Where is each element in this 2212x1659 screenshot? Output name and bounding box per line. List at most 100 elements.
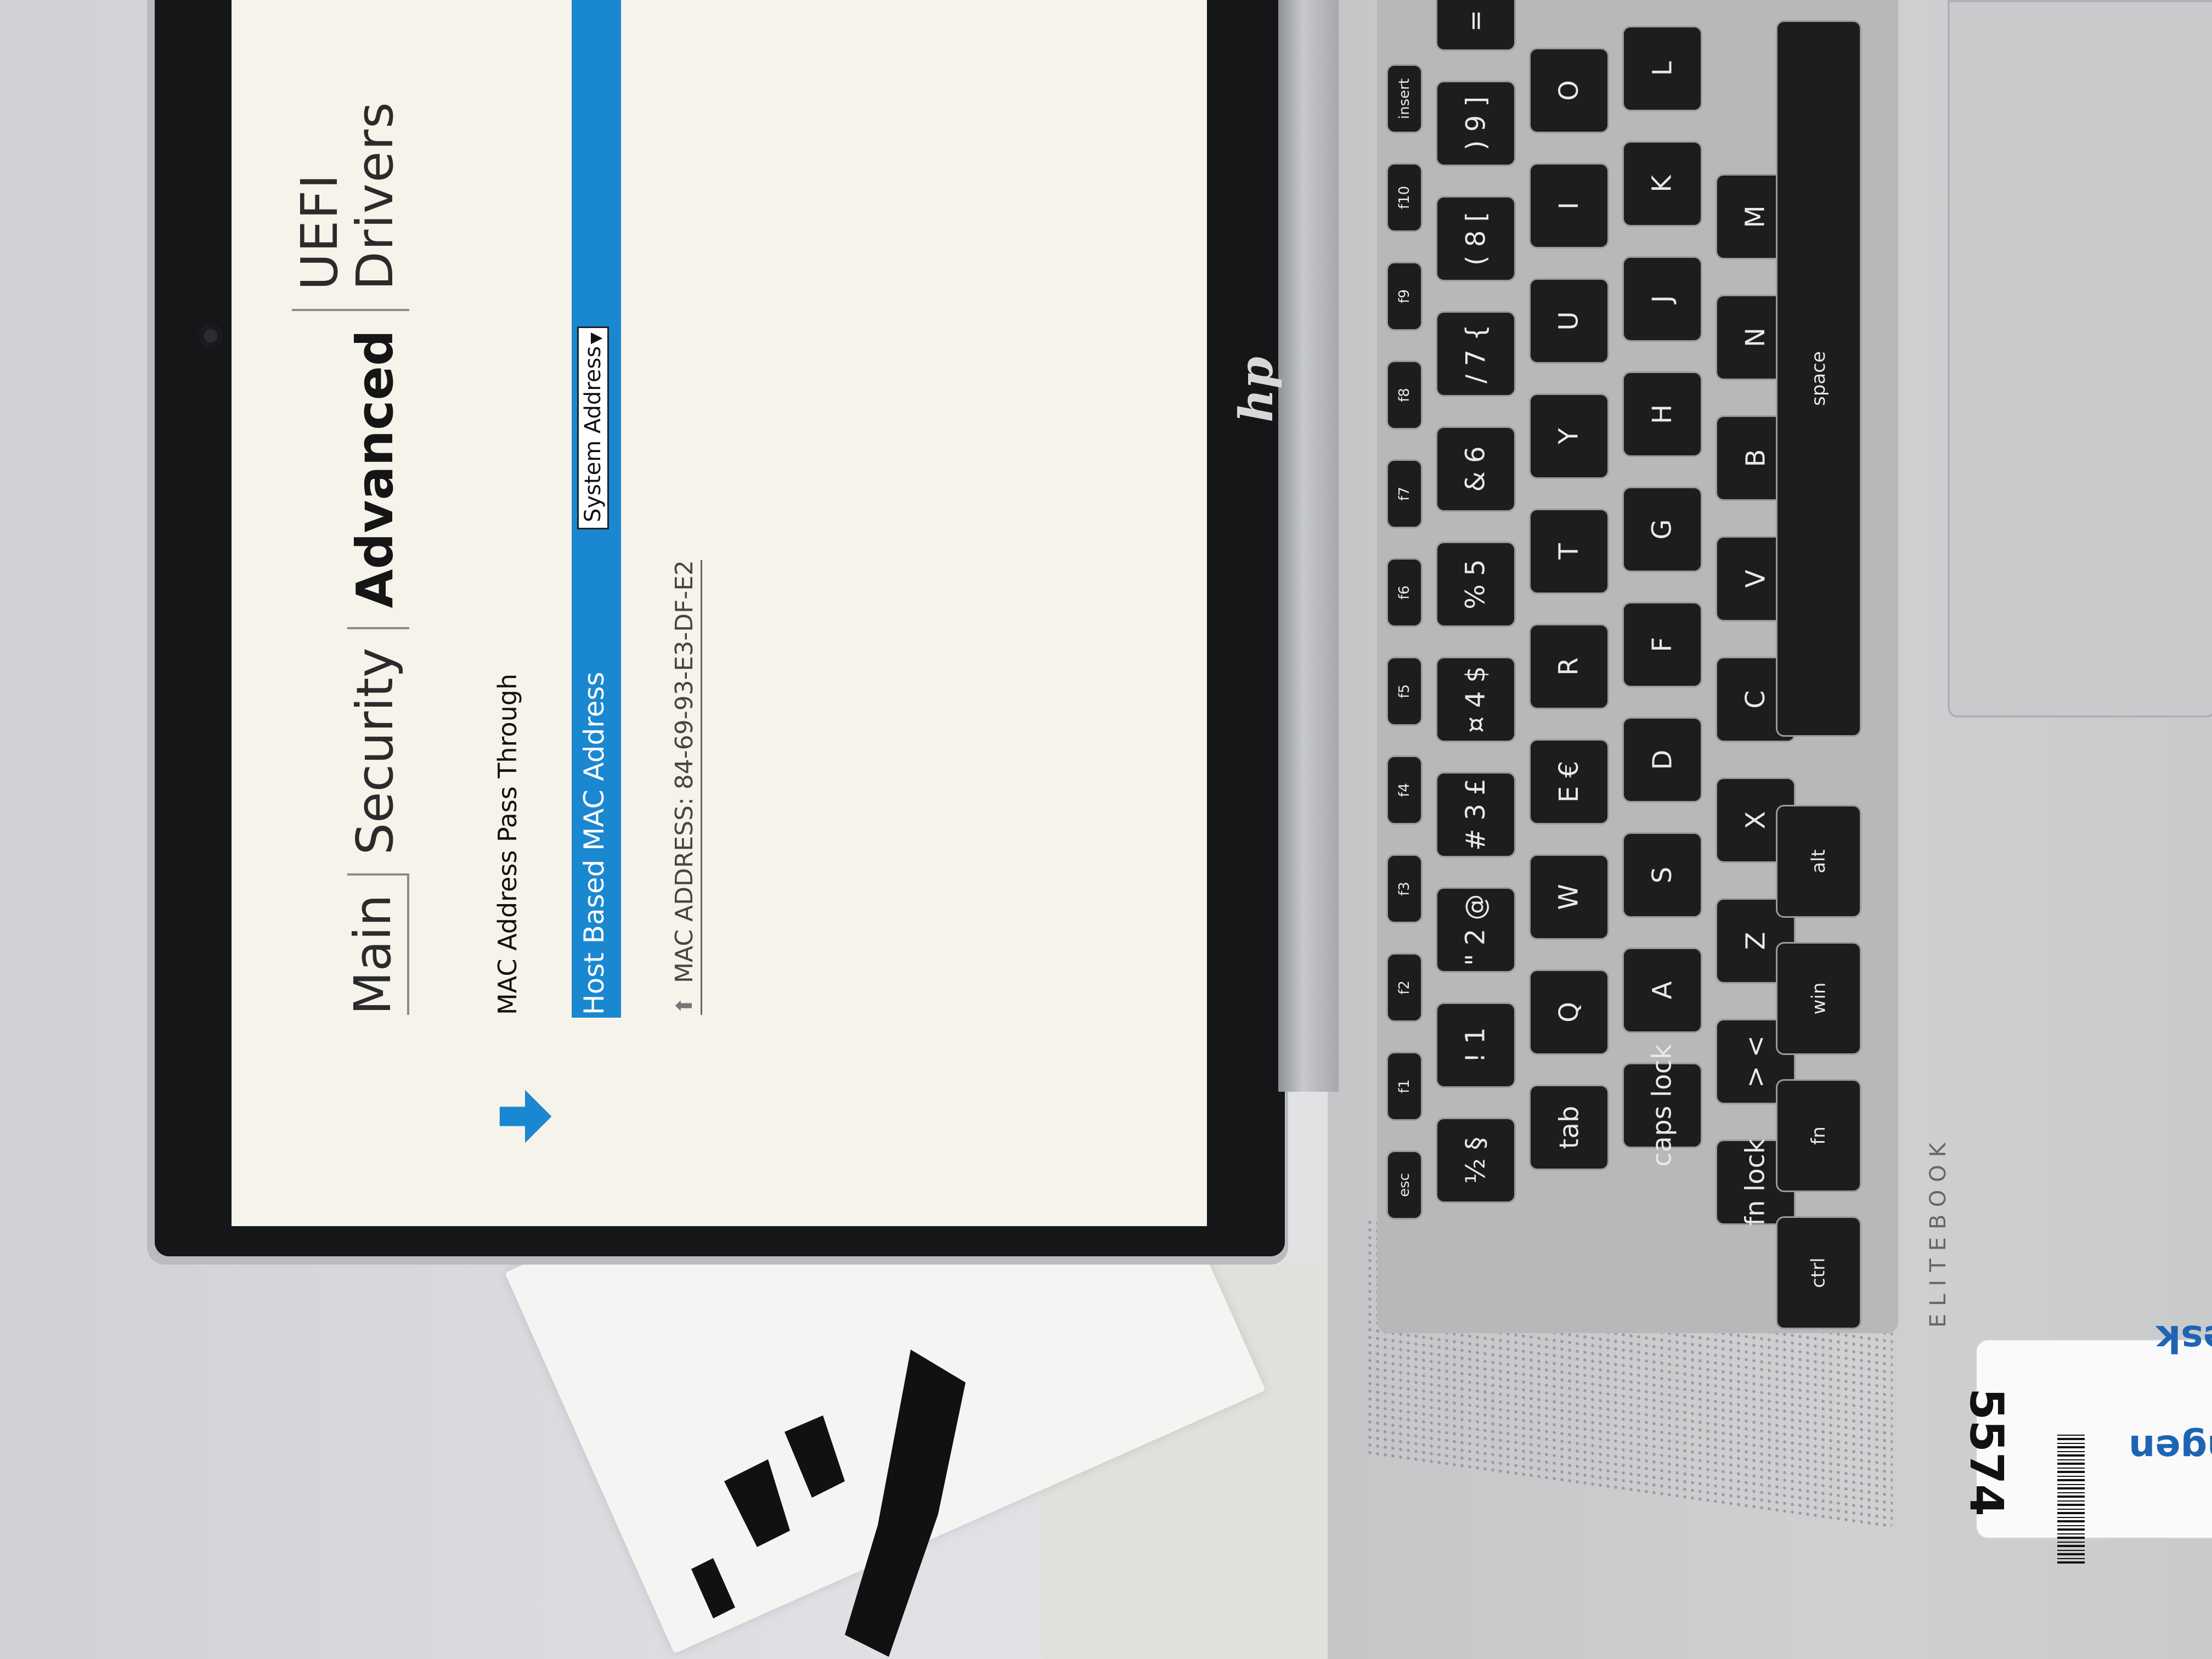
key-label: H — [1647, 404, 1678, 425]
key-tab[interactable]: tab — [1531, 1086, 1607, 1169]
tab-uefi-drivers[interactable]: UEFI Drivers — [290, 0, 410, 312]
key-f8[interactable]: f8 — [1388, 362, 1421, 428]
key-[interactable]: ½ § — [1437, 1119, 1514, 1201]
key-label: insert — [1396, 78, 1413, 120]
key-label: esc — [1396, 1173, 1413, 1197]
key-l[interactable]: L — [1624, 27, 1701, 110]
key-t[interactable]: T — [1531, 510, 1607, 592]
key-9[interactable]: ) 9 ] — [1437, 82, 1514, 165]
key-label: A — [1647, 981, 1678, 1000]
key-a[interactable]: A — [1624, 949, 1701, 1031]
laptop-screen: Main Security Advanced UEFI Drivers MAC … — [232, 0, 1207, 1226]
key-insert[interactable]: insert — [1388, 66, 1421, 132]
key-r[interactable]: R — [1531, 625, 1607, 708]
key-f3[interactable]: f3 — [1388, 856, 1421, 922]
key-label: = 0 — [1460, 0, 1491, 32]
key-8[interactable]: ( 8 [ — [1437, 198, 1514, 280]
bios-tab-bar: Main Security Advanced UEFI Drivers — [290, 0, 410, 1015]
chevron-down-icon: ▼ — [586, 332, 605, 345]
key-label: K — [1646, 175, 1678, 193]
key-f5[interactable]: f5 — [1388, 658, 1421, 724]
key-label: ½ § — [1460, 1137, 1491, 1184]
key-label: f10 — [1396, 185, 1413, 210]
key-label: ) 9 ] — [1460, 96, 1491, 151]
tab-advanced[interactable]: Advanced — [346, 311, 410, 629]
key-f10[interactable]: f10 — [1388, 165, 1421, 230]
key-4[interactable]: ¤ 4 $ — [1437, 658, 1514, 741]
tab-security[interactable]: Security — [346, 629, 410, 876]
key-f1[interactable]: f1 — [1388, 1053, 1421, 1119]
key-ctrl[interactable]: ctrl — [1778, 1218, 1860, 1328]
model-name: ELITEBOOK — [1926, 1135, 1951, 1328]
key-6[interactable]: & 6 — [1437, 428, 1514, 510]
key-alt[interactable]: alt — [1778, 806, 1860, 916]
key-label: X — [1740, 811, 1771, 830]
key-label: fn lock — [1740, 1138, 1771, 1226]
key-label: " 2 @ — [1460, 894, 1491, 966]
key-j[interactable]: J — [1624, 258, 1701, 340]
key-label: T — [1553, 543, 1584, 560]
select-value: System Address — [580, 346, 606, 522]
key-label: L — [1647, 61, 1678, 76]
key-y[interactable]: Y — [1531, 395, 1607, 477]
key-label: V — [1740, 569, 1771, 588]
key-d[interactable]: D — [1624, 719, 1701, 801]
key-label: & 6 — [1460, 446, 1491, 492]
key-label: ¤ 4 $ — [1460, 665, 1491, 733]
key-5[interactable]: % 5 — [1437, 543, 1514, 625]
key-2[interactable]: " 2 @ — [1437, 889, 1514, 971]
key-label: % 5 — [1460, 559, 1491, 610]
key-3[interactable]: # 3 £ — [1437, 774, 1514, 856]
mac-address-info: ⬆ MAC ADDRESS: 84-69-93-E3-DF-E2 — [670, 560, 702, 1015]
key-f4[interactable]: f4 — [1388, 757, 1421, 823]
mac-source-select[interactable]: System Address ▼ — [577, 326, 609, 529]
key-h[interactable]: H — [1624, 373, 1701, 455]
key-label: O — [1554, 80, 1584, 101]
key-w[interactable]: W — [1531, 856, 1607, 938]
key-label: E € — [1554, 760, 1584, 803]
down-arrow-icon[interactable] — [495, 1086, 555, 1147]
key-f2[interactable]: f2 — [1388, 955, 1421, 1020]
key-label: W — [1554, 884, 1584, 910]
asset-number: 5574 — [1960, 1388, 2013, 1516]
key-i[interactable]: I — [1531, 165, 1607, 247]
key-fn[interactable]: fn — [1778, 1081, 1860, 1190]
key-label: > < — [1740, 1035, 1771, 1088]
key-e[interactable]: E € — [1531, 741, 1607, 823]
key-0[interactable]: = 0 — [1437, 0, 1514, 49]
tab-main[interactable]: Main — [343, 876, 410, 1015]
key-f9[interactable]: f9 — [1388, 263, 1421, 329]
key-label: f9 — [1396, 289, 1413, 303]
key-label: S — [1647, 866, 1678, 884]
key-label: B — [1740, 449, 1771, 467]
sticker-brand-text-2: desk — [2156, 1317, 2212, 1360]
key-label: space — [1808, 351, 1830, 406]
key-esc[interactable]: esc — [1388, 1152, 1421, 1218]
sticker-brand-text-1: ngen — [2129, 1426, 2212, 1470]
key-7[interactable]: / 7 { — [1437, 313, 1514, 395]
key-g[interactable]: G — [1624, 488, 1701, 571]
key-k[interactable]: K — [1624, 143, 1701, 225]
key-q[interactable]: Q — [1531, 971, 1607, 1053]
key-label: / 7 { — [1460, 324, 1491, 383]
key-caps-lock[interactable]: caps lock — [1624, 1044, 1701, 1167]
bios-setup-screen: Main Security Advanced UEFI Drivers MAC … — [232, 0, 1207, 1226]
key-s[interactable]: S — [1624, 834, 1701, 916]
touchpad[interactable] — [1948, 0, 2212, 718]
key-label: f3 — [1396, 882, 1413, 896]
key-f[interactable]: F — [1624, 603, 1701, 686]
key-label: f4 — [1396, 783, 1413, 797]
setting-row-label: Host Based MAC Address — [578, 672, 610, 1015]
key-u[interactable]: U — [1531, 280, 1607, 362]
key-label: f5 — [1396, 684, 1413, 698]
key-space[interactable]: space — [1778, 22, 1860, 735]
key-o[interactable]: O — [1531, 49, 1607, 132]
key-1[interactable]: ! 1 — [1437, 1004, 1514, 1086]
key-win[interactable]: win — [1778, 944, 1860, 1053]
setting-title: MAC Address Pass Through — [493, 673, 522, 1015]
key-f6[interactable]: f6 — [1388, 560, 1421, 625]
key-label: # 3 £ — [1460, 778, 1491, 851]
key-label: F — [1646, 637, 1678, 652]
key-f7[interactable]: f7 — [1388, 461, 1421, 527]
key-label: I — [1554, 201, 1584, 210]
